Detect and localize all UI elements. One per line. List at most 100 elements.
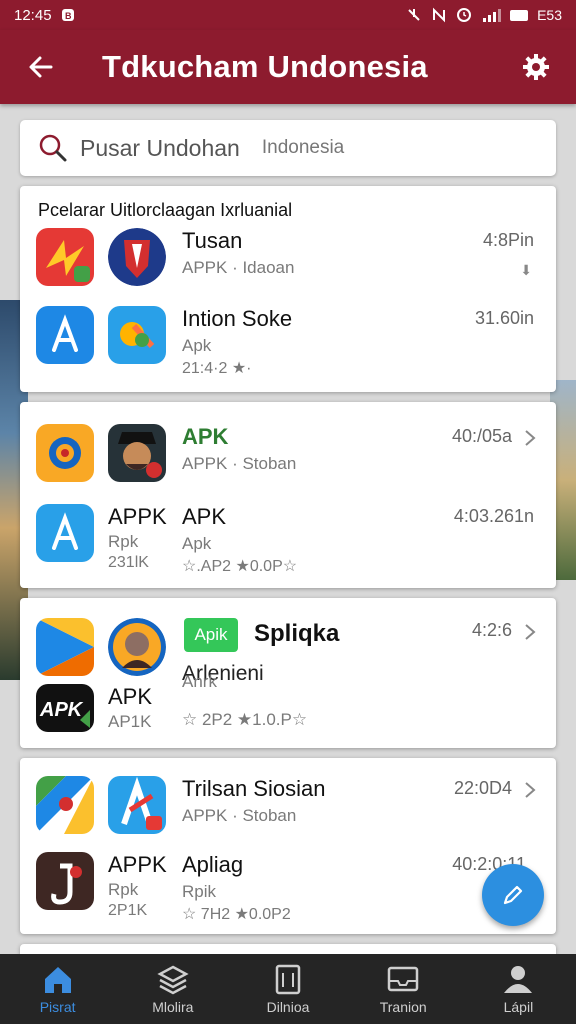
apk-badge: Apik xyxy=(184,618,238,652)
nav-item-profile[interactable]: Lápil xyxy=(461,954,576,1024)
app-meta: Apk xyxy=(182,534,212,553)
app-rating: 21:4·2 ★· xyxy=(182,360,252,377)
home-icon xyxy=(44,967,71,993)
nav-item-layers[interactable]: Mlolira xyxy=(115,954,230,1024)
battery-label: E53 xyxy=(537,7,562,23)
back-arrow-icon xyxy=(29,56,53,78)
search-bar[interactable]: Pusar Undohan Indonesia xyxy=(20,120,556,176)
app-rating: ☆ 2P2 ★1.0.P☆ xyxy=(182,710,308,729)
app-name-left: APPK xyxy=(108,852,167,877)
app-icon-puzzle xyxy=(108,306,166,364)
person-icon xyxy=(504,966,533,993)
app-icon-portrait xyxy=(108,618,166,676)
list-item[interactable]: APK APPK · Stoban 40:/05a xyxy=(20,424,556,496)
app-icon-music-note xyxy=(36,852,94,910)
pencil-icon xyxy=(503,885,523,905)
app-size-left: 231lK xyxy=(108,554,149,571)
app-bar: Tdkucham Undonesia xyxy=(0,30,576,104)
app-name: APK xyxy=(182,424,229,449)
gear-icon xyxy=(523,54,549,80)
app-meta-left: Rpk xyxy=(108,880,139,899)
app-time: 22:0D4 xyxy=(453,778,512,798)
app-meta: Rpik xyxy=(182,882,217,901)
list-item[interactable]: Apik Spliqka Arlenieni 4:2:6 xyxy=(20,618,556,690)
app-icon-color-triangle xyxy=(36,618,94,676)
back-button[interactable] xyxy=(18,44,64,90)
edit-fab-button[interactable] xyxy=(482,864,544,926)
nav-label: Tranion xyxy=(379,999,427,1015)
app-card: Trilsan Siosian APPK · Stoban 22:0D4 APP… xyxy=(20,758,556,934)
page-title: Tdkucham Undonesia xyxy=(102,49,428,84)
app-icon-gear-orange xyxy=(36,424,94,482)
nfc-icon xyxy=(433,7,446,23)
app-icon-shield xyxy=(108,228,166,286)
nav-label: Pisrat xyxy=(39,999,76,1015)
list-item[interactable]: APK APK AP1K Anrk ☆ 2P2 ★1.0.P☆ xyxy=(20,672,556,756)
app-card: Pcelarar Uitlorclaagan Ixrluanial Tusan … xyxy=(20,186,556,392)
alarm-icon xyxy=(457,8,472,22)
app-icon-maps xyxy=(36,776,94,834)
signal-icon xyxy=(483,9,502,22)
app-name-left: APK xyxy=(108,684,153,709)
app-size-left: 2P1K xyxy=(108,902,148,919)
app-card: Apik Spliqka Arlenieni 4:2:6 APK APK AP1… xyxy=(20,598,556,748)
app-icon-apk-logo: APK xyxy=(36,684,94,732)
app-rating: ☆.AP2 ★0.0P☆ xyxy=(182,558,298,575)
inbox-icon xyxy=(387,966,419,992)
app-time: 4:8Pin xyxy=(482,230,534,250)
app-meta: APPK · Stoban xyxy=(182,806,297,825)
bottom-nav: Pisrat Mlolira Dilnioa Tranion Lápil xyxy=(0,954,576,1024)
nav-label: Dilnioa xyxy=(266,999,310,1015)
app-icon-avatar-game xyxy=(108,424,166,482)
nav-item-inbox[interactable]: Tranion xyxy=(346,954,461,1024)
settings-button[interactable] xyxy=(514,45,558,89)
tablet-icon xyxy=(275,964,301,995)
app-name: Apliag xyxy=(182,852,244,877)
battery-icon xyxy=(510,9,529,21)
search-icon xyxy=(39,134,67,162)
app-name: APK xyxy=(182,504,227,529)
app-meta-left: AP1K xyxy=(108,712,152,731)
list-item[interactable]: APPK Rpk 2P1K Apliag Rpik ☆ 7H2 ★0.0P2 4… xyxy=(20,852,556,924)
list-item[interactable]: Tusan APPK · Idaoan 4:8Pin ⬇ xyxy=(20,228,556,300)
card-header: Pcelarar Uitlorclaagan Ixrluanial xyxy=(38,200,293,220)
app-meta: Anrk xyxy=(182,672,217,691)
app-icon-play-a xyxy=(108,776,166,834)
app-name-left: APPK xyxy=(108,504,167,529)
app-icon-red-bolt xyxy=(36,228,94,286)
chevron-right-icon[interactable] xyxy=(522,428,538,448)
app-name: Tusan xyxy=(182,228,243,253)
nav-label: Mlolira xyxy=(152,999,194,1015)
status-bar: 12:45 B E53 xyxy=(0,0,576,30)
app-name: Trilsan Siosian xyxy=(182,776,326,801)
app-icon-store xyxy=(36,306,94,364)
svg-text:APK: APK xyxy=(39,699,84,721)
app-time: 4:03.261n xyxy=(453,506,534,526)
svg-text:B: B xyxy=(65,11,72,21)
app-time: 31.60in xyxy=(474,308,534,328)
app-meta: APPK · Idaoan xyxy=(182,258,295,277)
app-time: 4:2:6 xyxy=(471,620,512,640)
chevron-right-icon[interactable] xyxy=(522,622,538,642)
download-icon[interactable]: ⬇ xyxy=(520,262,532,279)
mute-icon xyxy=(408,9,420,21)
search-region[interactable]: Indonesia xyxy=(262,137,344,159)
app-rating: ☆ 7H2 ★0.0P2 xyxy=(182,906,291,923)
list-item[interactable]: Intion Soke Apk 21:4·2 ★· 31.60in xyxy=(20,306,556,378)
chevron-right-icon[interactable] xyxy=(522,780,538,800)
app-meta-left: Rpk xyxy=(108,532,139,551)
nav-item-home[interactable]: Pisrat xyxy=(0,954,115,1024)
list-item[interactable]: Trilsan Siosian APPK · Stoban 22:0D4 xyxy=(20,776,556,848)
list-item[interactable]: APPK Rpk 231lK APK Apk ☆.AP2 ★0.0P☆ 4:03… xyxy=(20,504,556,576)
search-input[interactable]: Pusar Undohan xyxy=(80,135,240,162)
app-meta: APPK · Stoban xyxy=(182,454,297,473)
layers-icon xyxy=(157,965,189,995)
sim-icon: B xyxy=(61,9,74,21)
app-time: 40:/05a xyxy=(451,426,512,446)
nav-label: Lápil xyxy=(503,999,534,1015)
app-meta: Apk xyxy=(182,336,212,355)
nav-item-tablet[interactable]: Dilnioa xyxy=(230,954,345,1024)
app-icon-store xyxy=(36,504,94,562)
status-time: 12:45 xyxy=(14,6,52,24)
app-name: Spliqka xyxy=(254,620,340,647)
